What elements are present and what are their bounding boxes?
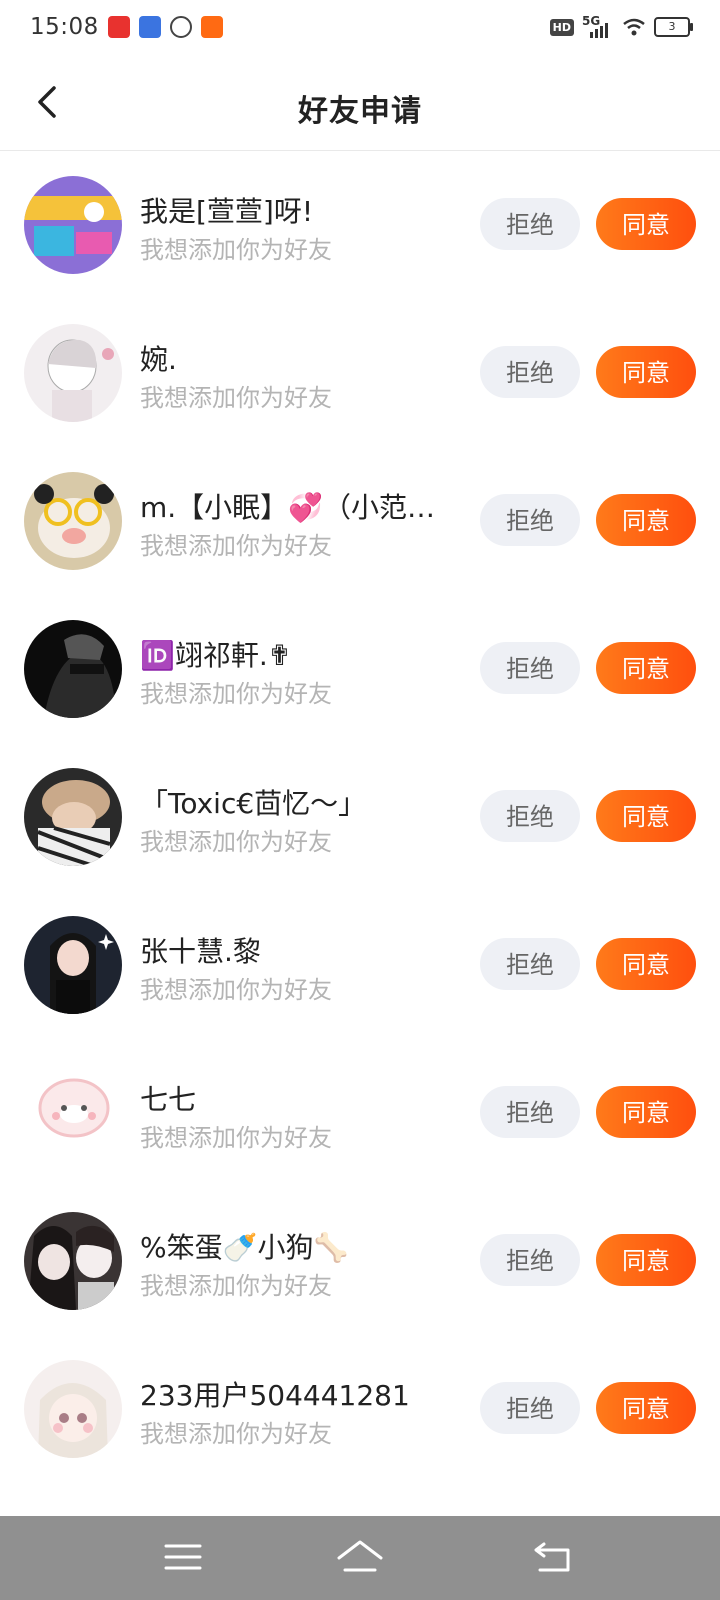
home-icon	[337, 1540, 383, 1572]
status-bar: 15:08 HD 5G 3	[0, 0, 720, 56]
page-header: 好友申请	[0, 56, 720, 151]
hd-icon: HD	[549, 18, 574, 36]
requester-name: 233用户504441281	[140, 1379, 410, 1412]
notification-icons	[108, 16, 223, 38]
friend-request-item: 婉. 我想添加你为好友 拒绝 同意	[0, 298, 720, 446]
avatar[interactable]	[24, 1360, 122, 1458]
request-message: 我想添加你为好友	[140, 680, 332, 708]
requester-name: 我是[萱萱]呀!	[140, 195, 314, 228]
back-icon	[534, 1542, 570, 1572]
request-message: 我想添加你为好友	[140, 384, 332, 412]
system-icons: HD 5G 3	[549, 14, 693, 38]
avatar[interactable]	[24, 1064, 122, 1162]
friend-request-item: 我是[萱萱]呀! 我想添加你为好友 拒绝 同意	[0, 150, 720, 298]
signal-icon: 5G	[582, 14, 614, 38]
menu-icon	[164, 1544, 202, 1570]
request-message: 我想添加你为好友	[140, 236, 332, 264]
friend-request-item: 233用户504441281 我想添加你为好友 拒绝 同意	[0, 1334, 720, 1482]
video-app-notification-icon	[108, 16, 130, 38]
reject-button[interactable]: 拒绝	[480, 1382, 580, 1434]
reject-button[interactable]: 拒绝	[480, 198, 580, 250]
accept-button[interactable]: 同意	[596, 1086, 696, 1138]
requester-name: 「Toxic€茴忆～」	[140, 787, 367, 820]
accept-button[interactable]: 同意	[596, 1234, 696, 1286]
reject-button[interactable]: 拒绝	[480, 346, 580, 398]
nav-home-button[interactable]	[335, 1534, 385, 1580]
accept-button[interactable]: 同意	[596, 938, 696, 990]
request-message: 我想添加你为好友	[140, 828, 332, 856]
wifi-icon	[623, 18, 645, 36]
page-title: 好友申请	[298, 94, 422, 129]
friend-request-item: 张十慧.黎 我想添加你为好友 拒绝 同意	[0, 890, 720, 1038]
reject-button[interactable]: 拒绝	[480, 642, 580, 694]
baidu-app-notification-icon	[139, 16, 161, 38]
request-message: 我想添加你为好友	[140, 1420, 332, 1448]
accept-button[interactable]: 同意	[596, 346, 696, 398]
request-message: 我想添加你为好友	[140, 532, 332, 560]
friend-request-item: 七七 我想添加你为好友 拒绝 同意	[0, 1038, 720, 1186]
accept-button[interactable]: 同意	[596, 198, 696, 250]
requester-name: 婉.	[140, 343, 177, 376]
friend-request-item: 🆔翊祁軒.✟ 我想添加你为好友 拒绝 同意	[0, 594, 720, 742]
avatar[interactable]	[24, 324, 122, 422]
request-message: 我想添加你为好友	[140, 976, 332, 1004]
requester-name: %笨蛋🍼小狗🦴	[140, 1231, 349, 1264]
accept-button[interactable]: 同意	[596, 642, 696, 694]
reject-button[interactable]: 拒绝	[480, 1086, 580, 1138]
avatar[interactable]	[24, 472, 122, 570]
kuaishou-app-notification-icon	[201, 16, 223, 38]
request-message: 我想添加你为好友	[140, 1124, 332, 1152]
nav-back-button[interactable]	[528, 1534, 578, 1580]
battery-icon: 3	[654, 17, 693, 37]
friend-request-item: %笨蛋🍼小狗🦴 我想添加你为好友 拒绝 同意	[0, 1186, 720, 1334]
requester-name: 🆔翊祁軒.✟	[140, 639, 292, 672]
avatar[interactable]	[24, 176, 122, 274]
avatar[interactable]	[24, 620, 122, 718]
system-nav-bar	[0, 1516, 720, 1600]
planet-app-notification-icon	[170, 16, 192, 38]
reject-button[interactable]: 拒绝	[480, 494, 580, 546]
accept-button[interactable]: 同意	[596, 790, 696, 842]
reject-button[interactable]: 拒绝	[480, 938, 580, 990]
avatar[interactable]	[24, 768, 122, 866]
requester-name: m.【小眠】💞（小范…	[140, 491, 436, 524]
avatar[interactable]	[24, 1212, 122, 1310]
accept-button[interactable]: 同意	[596, 494, 696, 546]
friend-request-list: 我是[萱萱]呀! 我想添加你为好友 拒绝 同意 婉. 我想添加你为好友 拒绝 同…	[0, 150, 720, 1482]
nav-menu-button[interactable]	[158, 1534, 208, 1580]
friend-request-item: m.【小眠】💞（小范… 我想添加你为好友 拒绝 同意	[0, 446, 720, 594]
avatar[interactable]	[24, 916, 122, 1014]
requester-name: 张十慧.黎	[140, 935, 261, 968]
requester-name: 七七	[140, 1083, 197, 1116]
accept-button[interactable]: 同意	[596, 1382, 696, 1434]
reject-button[interactable]: 拒绝	[480, 1234, 580, 1286]
reject-button[interactable]: 拒绝	[480, 790, 580, 842]
request-message: 我想添加你为好友	[140, 1272, 332, 1300]
status-time: 15:08	[30, 14, 99, 40]
friend-request-item: 「Toxic€茴忆～」 我想添加你为好友 拒绝 同意	[0, 742, 720, 890]
